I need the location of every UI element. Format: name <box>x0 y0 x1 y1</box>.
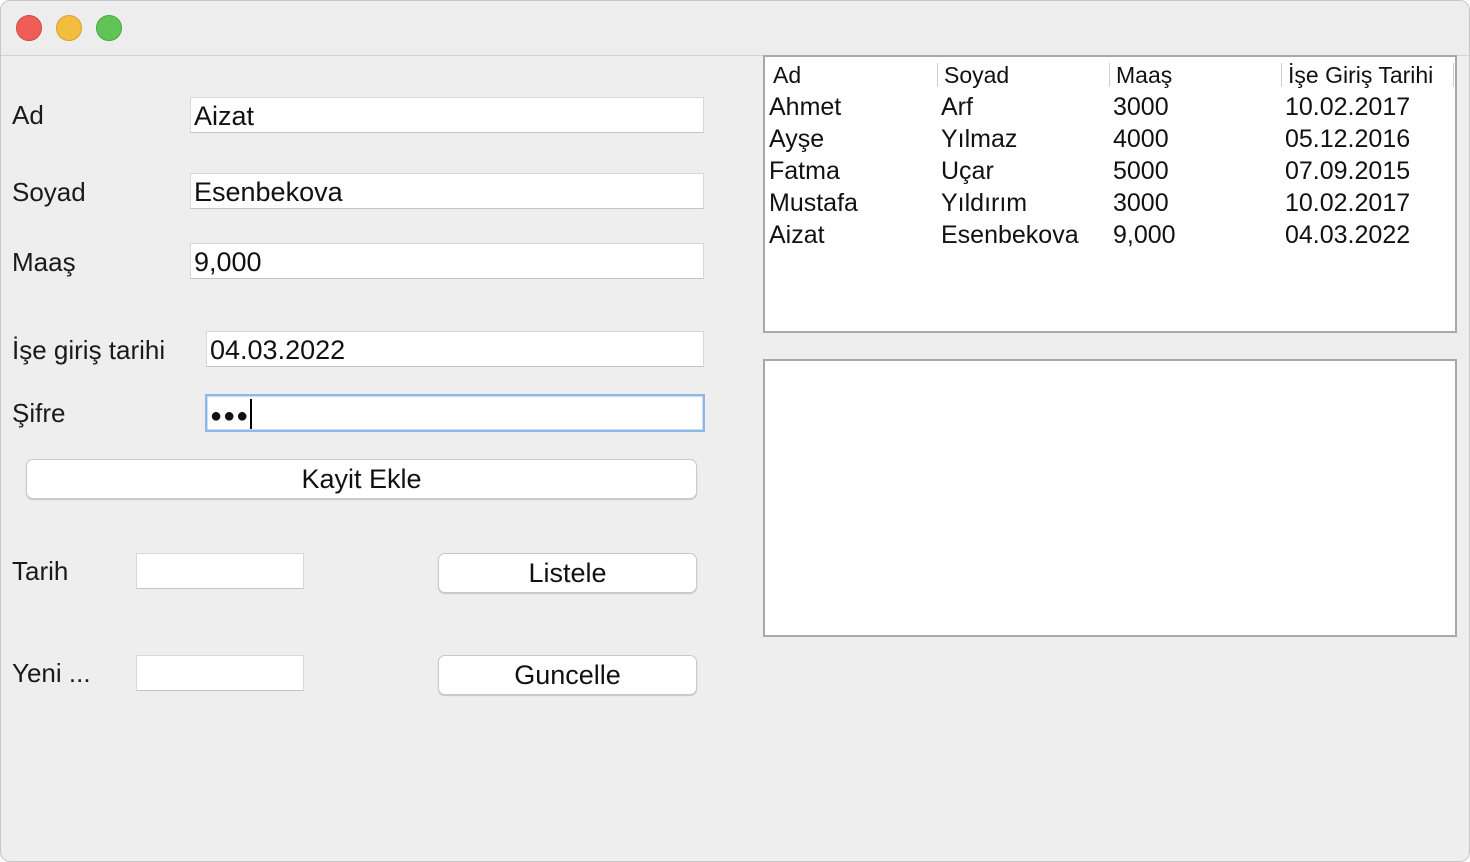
cell-maas: 9,000 <box>1113 221 1176 249</box>
guncelle-button[interactable]: Guncelle <box>438 655 697 695</box>
kayit-ekle-button[interactable]: Kayit Ekle <box>26 459 697 499</box>
text-caret <box>250 399 253 429</box>
sifre-label: Şifre <box>12 398 66 428</box>
cell-soyad: Yılmaz <box>941 125 1018 153</box>
column-header-soyad[interactable]: Soyad <box>938 61 1109 89</box>
sifre-password-field[interactable]: ●●● <box>205 394 705 432</box>
tarih-field[interactable] <box>136 553 304 589</box>
column-divider[interactable] <box>1453 63 1454 87</box>
sifre-masked-value: ●●● <box>210 405 250 427</box>
cell-maas: 4000 <box>1113 125 1169 153</box>
tarih-label: Tarih <box>12 556 69 586</box>
cell-maas: 3000 <box>1113 189 1169 217</box>
cell-ad: Fatma <box>769 157 840 185</box>
column-header-ise-giris-tarihi[interactable]: İşe Giriş Tarihi <box>1282 61 1453 89</box>
output-text-area[interactable] <box>763 359 1457 637</box>
maas-field[interactable]: 9,000 <box>190 243 704 279</box>
cell-ad: Ahmet <box>769 93 842 121</box>
yeni-field[interactable] <box>136 655 304 691</box>
yeni-label: Yeni ... <box>12 658 91 688</box>
column-header-ad[interactable]: Ad <box>767 61 937 89</box>
cell-tarih: 10.02.2017 <box>1285 93 1411 121</box>
cell-tarih: 05.12.2016 <box>1285 125 1411 153</box>
cell-soyad: Yıldırım <box>941 189 1028 217</box>
close-window-button[interactable] <box>16 15 42 41</box>
ise-giris-tarihi-field[interactable]: 04.03.2022 <box>206 331 704 367</box>
listele-button[interactable]: Listele <box>438 553 697 593</box>
minimize-window-button[interactable] <box>56 15 82 41</box>
cell-soyad: Arf <box>941 93 973 121</box>
soyad-label: Soyad <box>12 177 86 207</box>
maas-label: Maaş <box>12 247 76 277</box>
soyad-field[interactable]: Esenbekova <box>190 173 704 209</box>
cell-tarih: 04.03.2022 <box>1285 221 1411 249</box>
app-window: Ad Aizat Soyad Esenbekova Maaş 9,000 İşe… <box>0 0 1470 862</box>
ad-label: Ad <box>12 100 44 130</box>
cell-maas: 3000 <box>1113 93 1169 121</box>
cell-tarih: 07.09.2015 <box>1285 157 1411 185</box>
cell-tarih: 10.02.2017 <box>1285 189 1411 217</box>
column-header-maas[interactable]: Maaş <box>1110 61 1281 89</box>
cell-soyad: Esenbekova <box>941 221 1079 249</box>
maximize-window-button[interactable] <box>96 15 122 41</box>
employee-table[interactable]: Ad Soyad Maaş İşe Giriş Tarihi Ahmet Arf… <box>763 55 1457 333</box>
cell-ad: Aizat <box>769 221 825 249</box>
cell-soyad: Uçar <box>941 157 994 185</box>
title-bar <box>1 1 1469 56</box>
cell-maas: 5000 <box>1113 157 1169 185</box>
cell-ad: Mustafa <box>769 189 858 217</box>
cell-ad: Ayşe <box>769 125 825 153</box>
ise-giris-tarihi-label: İşe giriş tarihi <box>12 335 166 365</box>
ad-field[interactable]: Aizat <box>190 97 704 133</box>
